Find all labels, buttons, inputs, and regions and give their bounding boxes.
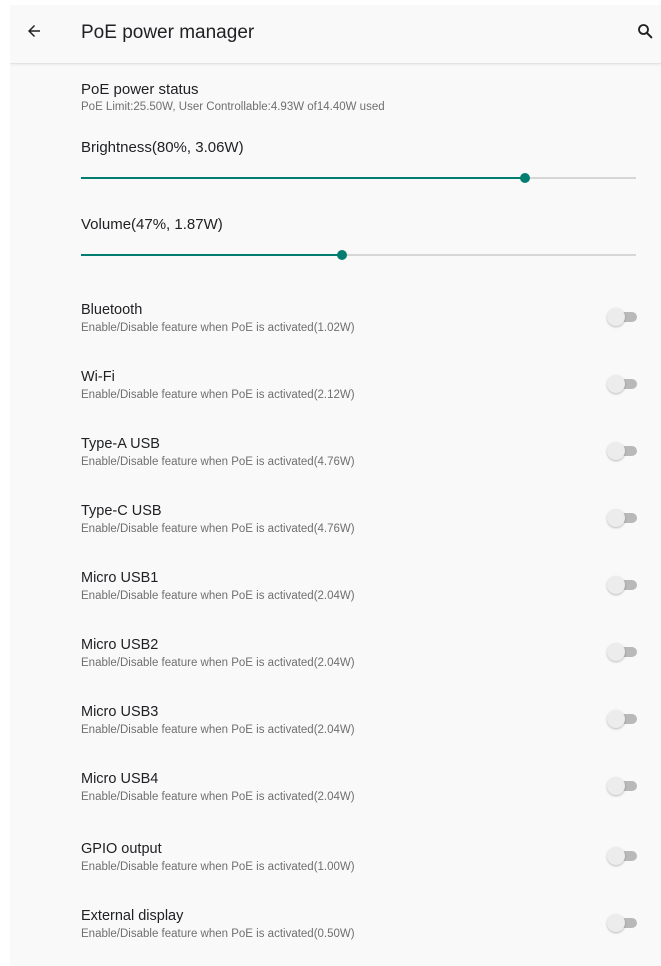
gpio-output-toggle[interactable] — [607, 847, 639, 865]
page-title: PoE power manager — [81, 22, 255, 43]
slider-fill — [81, 177, 525, 179]
setting-subtitle: Enable/Disable feature when PoE is activ… — [81, 456, 355, 468]
setting-subtitle: Enable/Disable feature when PoE is activ… — [81, 657, 355, 669]
setting-subtitle: Enable/Disable feature when PoE is activ… — [81, 724, 355, 736]
setting-type-a-usb[interactable]: Type-A USB Enable/Disable feature when P… — [10, 436, 661, 502]
setting-title: Type-A USB — [81, 436, 160, 452]
volume-slider[interactable] — [81, 248, 636, 262]
setting-title: Type-C USB — [81, 503, 162, 519]
poe-status-summary: PoE Limit:25.50W, User Controllable:4.93… — [81, 101, 385, 113]
slider-fill — [81, 254, 342, 256]
setting-title: Micro USB1 — [81, 570, 159, 586]
wifi-toggle[interactable] — [607, 375, 639, 393]
setting-title: Micro USB2 — [81, 637, 159, 653]
setting-type-c-usb[interactable]: Type-C USB Enable/Disable feature when P… — [10, 503, 661, 569]
setting-title: Micro USB3 — [81, 704, 159, 720]
settings-screen: PoE power manager PoE power status PoE L… — [10, 5, 661, 966]
brightness-slider[interactable] — [81, 171, 636, 185]
micro-usb3-toggle[interactable] — [607, 710, 639, 728]
setting-gpio-output[interactable]: GPIO output Enable/Disable feature when … — [10, 841, 661, 907]
setting-subtitle: Enable/Disable feature when PoE is activ… — [81, 389, 355, 401]
setting-title: Bluetooth — [81, 302, 143, 318]
type-c-usb-toggle[interactable] — [607, 509, 639, 527]
setting-title: Wi-Fi — [81, 369, 115, 385]
setting-micro-usb2[interactable]: Micro USB2 Enable/Disable feature when P… — [10, 637, 661, 703]
bluetooth-toggle[interactable] — [607, 308, 639, 326]
micro-usb4-toggle[interactable] — [607, 777, 639, 795]
type-a-usb-toggle[interactable] — [607, 442, 639, 460]
micro-usb2-toggle[interactable] — [607, 643, 639, 661]
setting-wifi[interactable]: Wi-Fi Enable/Disable feature when PoE is… — [10, 369, 661, 435]
slider-thumb[interactable] — [336, 250, 347, 260]
setting-subtitle: Enable/Disable feature when PoE is activ… — [81, 928, 355, 940]
setting-micro-usb4[interactable]: Micro USB4 Enable/Disable feature when P… — [10, 771, 661, 837]
external-display-toggle[interactable] — [607, 914, 639, 932]
setting-subtitle: Enable/Disable feature when PoE is activ… — [81, 791, 355, 803]
setting-micro-usb3[interactable]: Micro USB3 Enable/Disable feature when P… — [10, 704, 661, 770]
slider-thumb[interactable] — [520, 173, 530, 183]
setting-subtitle: Enable/Disable feature when PoE is activ… — [81, 322, 355, 334]
setting-bluetooth[interactable]: Bluetooth Enable/Disable feature when Po… — [10, 302, 661, 368]
setting-subtitle: Enable/Disable feature when PoE is activ… — [81, 590, 355, 602]
setting-title: GPIO output — [81, 841, 162, 857]
setting-subtitle: Enable/Disable feature when PoE is activ… — [81, 523, 355, 535]
volume-label: Volume(47%, 1.87W) — [81, 216, 223, 233]
brightness-label: Brightness(80%, 3.06W) — [81, 139, 244, 156]
arrow-back-icon — [25, 22, 43, 45]
back-button[interactable] — [18, 17, 50, 49]
app-bar: PoE power manager — [10, 5, 661, 64]
setting-subtitle: Enable/Disable feature when PoE is activ… — [81, 861, 355, 873]
poe-status-title: PoE power status — [81, 81, 199, 98]
setting-title: Micro USB4 — [81, 771, 159, 787]
search-icon — [636, 22, 654, 45]
micro-usb1-toggle[interactable] — [607, 576, 639, 594]
setting-micro-usb1[interactable]: Micro USB1 Enable/Disable feature when P… — [10, 570, 661, 636]
setting-title: External display — [81, 908, 184, 924]
setting-external-display[interactable]: External display Enable/Disable feature … — [10, 908, 661, 966]
search-button[interactable] — [631, 17, 659, 49]
